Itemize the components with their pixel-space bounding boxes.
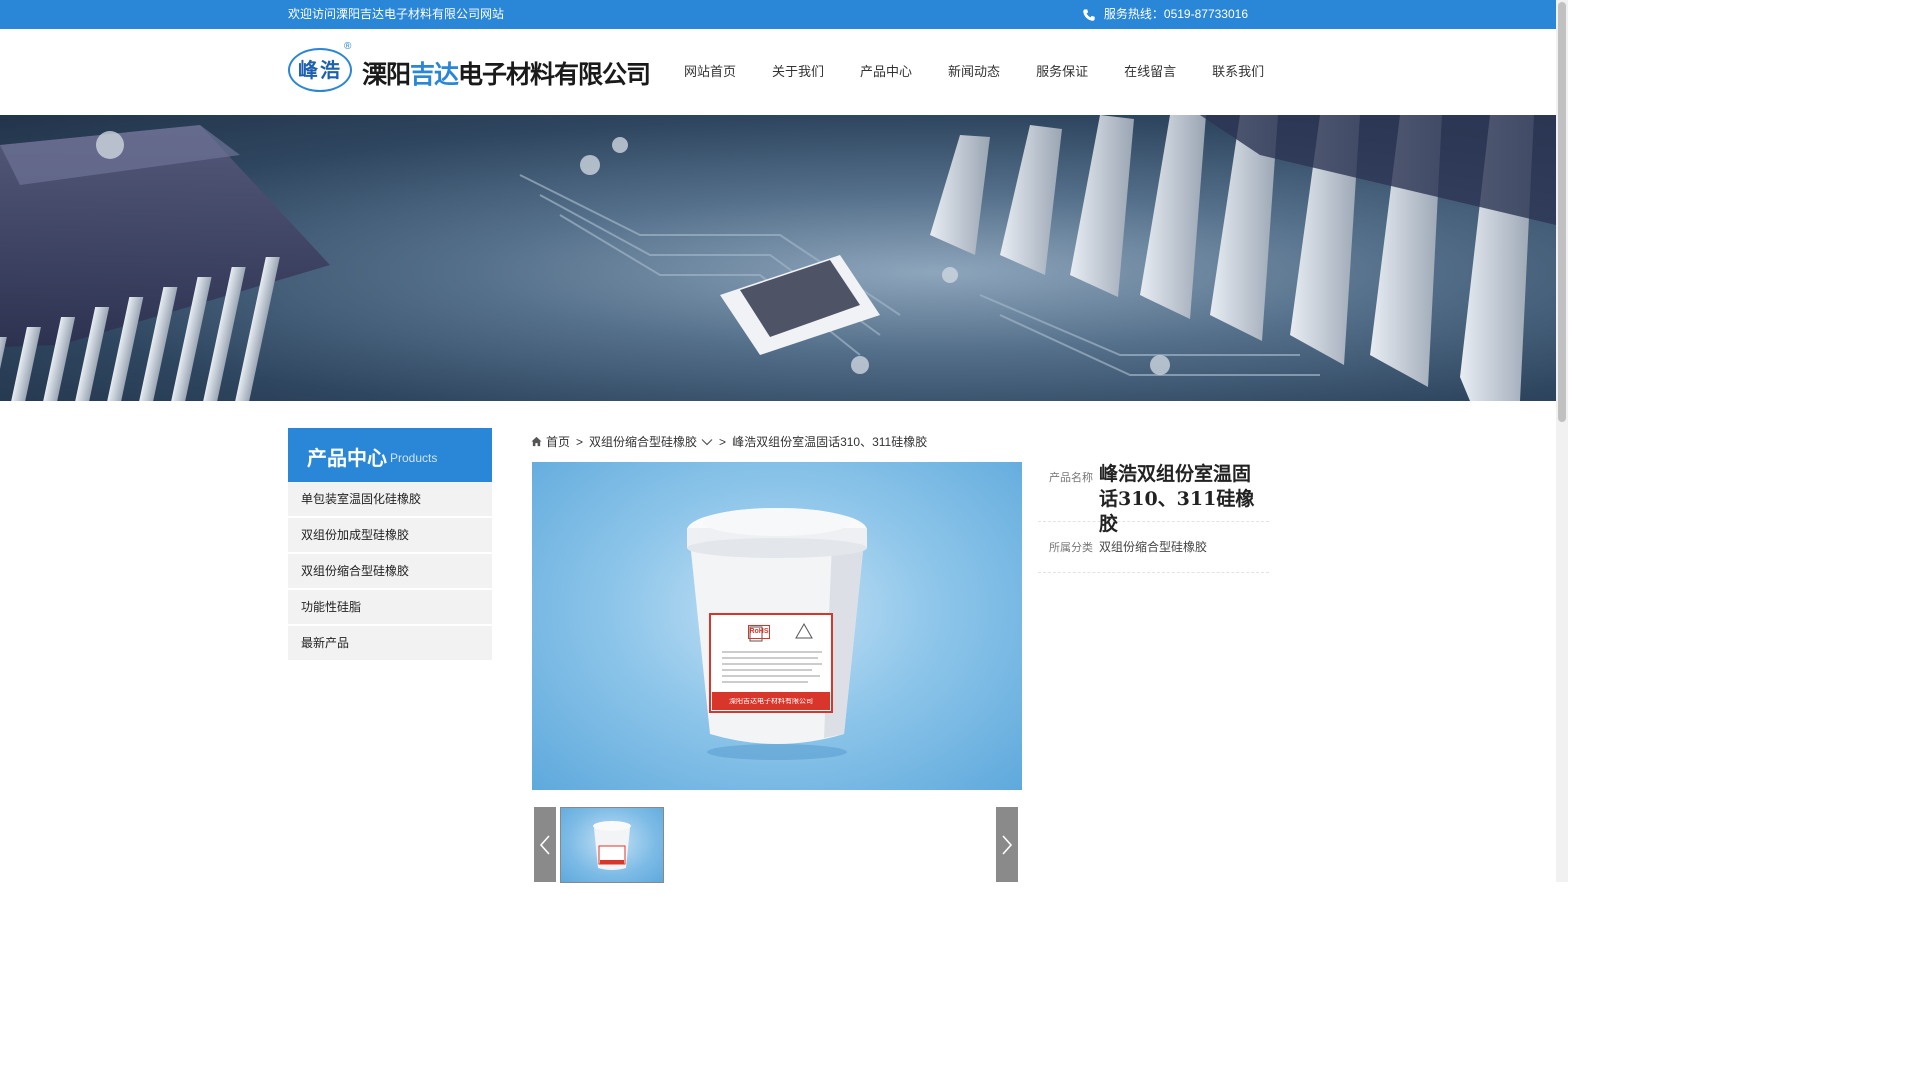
logo-seal: 峰浩 <box>288 48 352 92</box>
arrow-right-icon[interactable] <box>996 807 1018 882</box>
arrow-left-icon[interactable] <box>534 807 556 882</box>
company-name-part1: 溧阳 <box>362 61 411 89</box>
top-bar: 欢迎访问溧阳吉达电子材料有限公司网站 服务热线：0519-87733016 <box>0 0 1556 29</box>
sidebar-item-two-part-condensation[interactable]: 双组份缩合型硅橡胶 <box>288 554 492 588</box>
sidebar-item-latest-products[interactable]: 最新产品 <box>288 626 492 660</box>
breadcrumb-separator: > <box>719 434 727 449</box>
breadcrumb-separator: > <box>576 434 584 449</box>
registered-mark: ® <box>344 41 352 52</box>
nav-home[interactable]: 网站首页 <box>666 29 754 115</box>
product-bucket-image <box>687 508 867 760</box>
product-name-row: 产品名称 峰浩双组份室温固话310、311硅橡胶 <box>1038 462 1269 535</box>
sidebar-item-two-part-addition[interactable]: 双组份加成型硅橡胶 <box>288 518 492 552</box>
company-logo[interactable]: 峰浩 ® 溧阳吉达电子材料有限公司 <box>288 41 651 97</box>
product-category-row: 所属分类 双组份缩合型硅橡胶 <box>1038 522 1269 573</box>
page-scrollbar[interactable] <box>1556 0 1568 882</box>
nav-about[interactable]: 关于我们 <box>754 29 842 115</box>
sidebar-title: 产品中心 Products <box>288 428 492 482</box>
thumbnail-strip <box>532 806 1022 883</box>
banner-image <box>0 115 1556 401</box>
product-category-label: 所属分类 <box>1049 541 1093 554</box>
nav-service[interactable]: 服务保证 <box>1018 29 1106 115</box>
sidebar-title-cn: 产品中心 <box>307 448 387 470</box>
product-thumbnail[interactable] <box>560 807 664 883</box>
hotline: 服务热线：0519-87733016 <box>1082 0 1248 29</box>
sidebar-item-single-pack-rtv[interactable]: 单包装室温固化硅橡胶 <box>288 482 492 516</box>
header: 峰浩 ® 溧阳吉达电子材料有限公司 网站首页 关于我们 产品中心 新闻动态 服务… <box>0 29 1556 115</box>
logo-seal-text: 峰浩 <box>298 58 342 82</box>
sidebar-category-list: 单包装室温固化硅橡胶 双组份加成型硅橡胶 双组份缩合型硅橡胶 功能性硅脂 最新产… <box>288 482 492 662</box>
home-icon <box>531 436 542 447</box>
company-name-part3: 电子材料有限公司 <box>458 61 651 89</box>
label-company: 溧阳吉达电子材料有限公司 <box>729 698 813 705</box>
nav-news[interactable]: 新闻动态 <box>930 29 1018 115</box>
breadcrumb-home[interactable]: 首页 <box>546 433 570 450</box>
welcome-text: 欢迎访问溧阳吉达电子材料有限公司网站 <box>288 7 505 21</box>
circuit-board-illustration <box>0 115 1556 401</box>
sidebar-title-en: Products <box>390 451 438 465</box>
sidebar-item-functional-grease[interactable]: 功能性硅脂 <box>288 590 492 624</box>
label-rohs: RoHS <box>748 625 770 639</box>
product-main-image[interactable]: RoHS 溧阳吉达电子材料有限公司 <box>532 462 1022 790</box>
chevron-down-icon[interactable] <box>701 438 713 446</box>
thumbnail-bucket-image <box>593 821 631 870</box>
company-name: 溧阳吉达电子材料有限公司 <box>362 55 651 91</box>
nav-products[interactable]: 产品中心 <box>842 29 930 115</box>
breadcrumb-category[interactable]: 双组份缩合型硅橡胶 <box>589 433 697 450</box>
scrollbar-thumb[interactable] <box>1558 2 1566 422</box>
nav-message[interactable]: 在线留言 <box>1106 29 1194 115</box>
nav-contact[interactable]: 联系我们 <box>1194 29 1282 115</box>
hotline-text: 服务热线：0519-87733016 <box>1103 7 1248 21</box>
company-name-part2: 吉达 <box>410 61 459 89</box>
breadcrumb-current: 峰浩双组份室温固话310、311硅橡胶 <box>732 435 928 449</box>
product-category[interactable]: 双组份缩合型硅橡胶 <box>1099 538 1207 555</box>
breadcrumb: 首页 > 双组份缩合型硅橡胶 > 峰浩双组份室温固话310、311硅橡胶 <box>531 433 927 450</box>
product-name-label: 产品名称 <box>1049 471 1093 484</box>
phone-icon <box>1083 8 1095 21</box>
main-nav: 网站首页 关于我们 产品中心 新闻动态 服务保证 在线留言 联系我们 <box>666 29 1282 115</box>
product-info: 产品名称 峰浩双组份室温固话310、311硅橡胶 所属分类 双组份缩合型硅橡胶 <box>1038 462 1269 573</box>
